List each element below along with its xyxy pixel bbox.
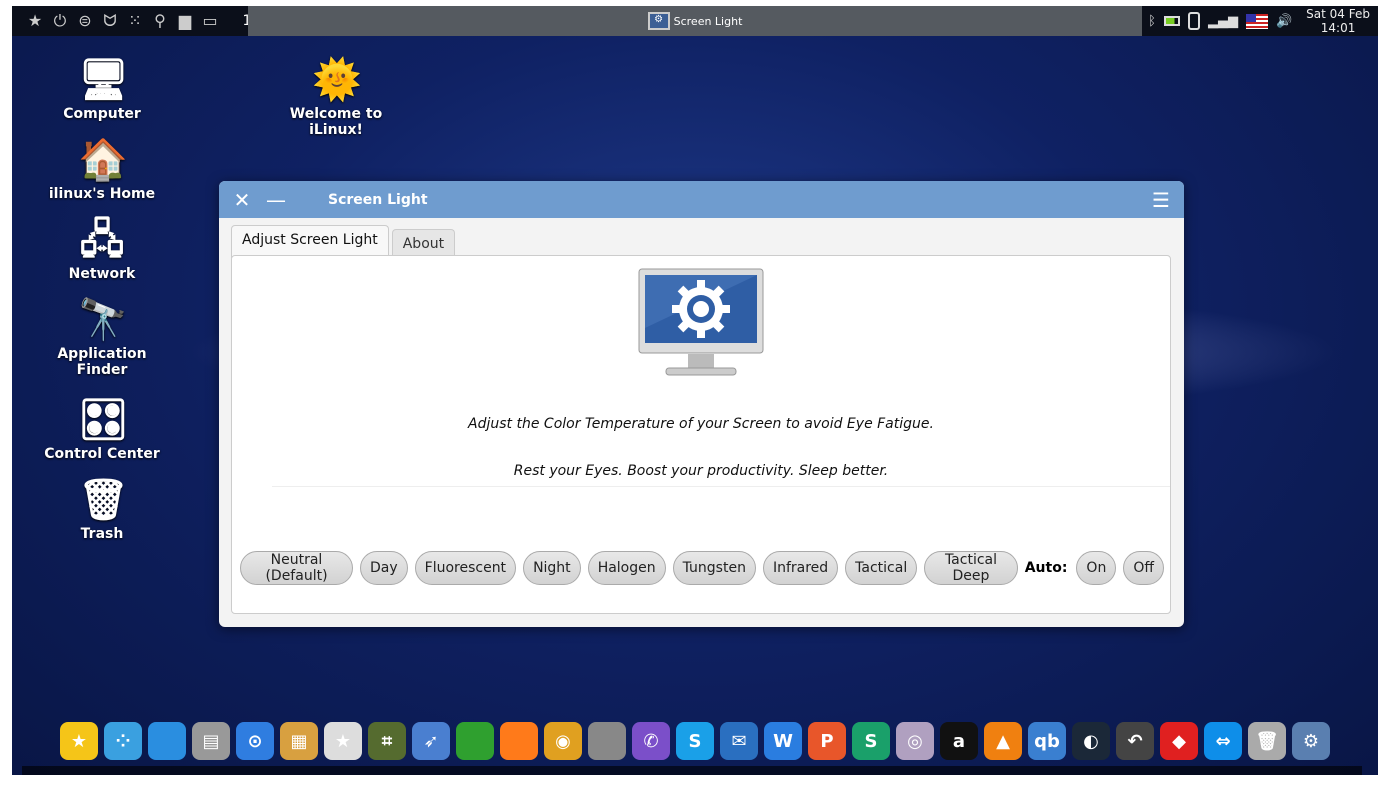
desktop-icon-ilinux-s-home[interactable]: 🏠 ilinux's Home [42,136,162,202]
menu-button[interactable]: ☰ [1144,188,1178,212]
dock-viber-icon[interactable]: ✆ [632,722,670,760]
dock-wps-presentation-icon[interactable]: P [808,722,846,760]
desktop-icon-image: 🎛 [78,397,129,443]
dock-screen-light-icon[interactable]: ⚙ [1292,722,1330,760]
divider [272,486,1170,487]
dock-webcam-icon[interactable]: ◎ [896,722,934,760]
preset-button-night[interactable]: Night [523,551,581,585]
toggle-icon[interactable]: ⊜ [73,11,97,31]
dock-chrome-icon[interactable]: ◉ [544,722,582,760]
dock-vlc-icon[interactable]: ▲ [984,722,1022,760]
dock-store-icon[interactable]: ★ [324,722,362,760]
tab-about[interactable]: About [391,229,456,258]
monitor-gear-icon [638,268,764,376]
us-flag-icon[interactable] [1245,13,1268,29]
screen-light-icon: ⚙ [647,12,670,30]
auto-on-button[interactable]: On [1076,551,1117,585]
clipboard-icon[interactable] [1187,12,1200,30]
description-line-2: Rest your Eyes. Boost your productivity.… [513,463,889,479]
volume-icon[interactable]: 🔊 [1276,14,1292,29]
top-panel: ★ ⏻ ⊜ ᗢ ⁙ ⚲ ▆ ▭ 1 ⚙ Screen Light ᛒ ▂▄▆ 🔊 Sat 04… [12,6,1378,36]
desktop: ★ ⏻ ⊜ ᗢ ⁙ ⚲ ▆ ▭ 1 ⚙ Screen Light ᛒ ▂▄▆ 🔊 Sat 04… [12,6,1378,775]
preset-button-tactical[interactable]: Tactical [845,551,918,585]
dock-files-icon[interactable]: ▤ [192,722,230,760]
dock-wps-spreadsheet-icon[interactable]: S [852,722,890,760]
tab-panel: Adjust the Color Temperature of your Scr… [231,255,1171,614]
desktop-icon-image: 🖧 [79,217,125,263]
clock[interactable]: Sat 04 Feb 14:01 [1306,7,1370,35]
dock-finder-icon[interactable]: ⌗ [368,722,406,760]
dock: ★ ⁘ ▤ ⊙ ▦ ★ ⌗ ➶ ◉ ✆ S ✉ W P S ◎ a ▲ qb ◐ ↶ ◆ ⇔ 🗑 ⚙ [12,712,1378,770]
desktop-icon-label: ilinux's Home [48,186,156,202]
taskbar-item-screen-light[interactable]: ⚙ Screen Light [248,6,1142,36]
dock-skype-icon[interactable]: S [676,722,714,760]
dock-pipe-icon[interactable] [456,722,494,760]
auto-off-button[interactable]: Off [1123,551,1164,585]
desktop-icon-image: 🗑 [78,477,129,523]
dock-wps-writer-icon[interactable]: W [764,722,802,760]
desktop-icon-control-center[interactable]: 🎛 Control Center [42,396,162,462]
desktop-icon-trash[interactable]: 🗑 Trash [42,476,162,542]
auto-label: Auto: [1024,560,1068,576]
preset-button-day[interactable]: Day [359,551,408,585]
star-icon[interactable]: ★ [23,11,47,31]
desktop-icon-application-finder[interactable]: 🔭 Application Finder [42,296,162,378]
dock-earth-pro-icon[interactable] [588,722,626,760]
preset-button-halogen[interactable]: Halogen [587,551,666,585]
dock-palette-icon[interactable]: ▦ [280,722,318,760]
desktop-icon-label: Welcome to iLinux! [289,106,383,138]
desktop-icon-label: Application Finder [57,346,147,378]
preset-button-infrared[interactable]: Infrared [762,551,839,585]
dock-rocket-icon[interactable]: ➶ [412,722,450,760]
dock-timeshift-icon[interactable]: ↶ [1116,722,1154,760]
binoculars-icon[interactable]: ᗢ [98,11,122,31]
dock-anydesk-a-icon[interactable]: a [940,722,978,760]
desktop-icon-label: Control Center [44,446,160,462]
dock-qbittorrent-icon[interactable]: qb [1028,722,1066,760]
desktop-icon-welcome-to-ilinux-[interactable]: 🌞 Welcome to iLinux! [276,56,396,138]
task-title: Screen Light [673,14,743,28]
close-button[interactable]: ✕ [225,188,259,212]
search-icon[interactable]: ⚲ [148,11,172,31]
power-icon[interactable]: ⏻ [48,11,72,31]
desktop-icon-network[interactable]: 🖧 Network [42,216,162,282]
desktop-icon-computer[interactable]: 🖥 Computer [42,56,162,122]
screen-light-window: ✕ — Screen Light ☰ Adjust Screen Light A… [219,181,1184,627]
system-tray: ᛒ ▂▄▆ 🔊 Sat 04 Feb 14:01 [1148,6,1378,36]
dock-steam-icon[interactable]: ◐ [1072,722,1110,760]
desktop-icon-image: 🌞 [312,57,362,103]
dock-control-center-icon[interactable]: ⊙ [236,722,274,760]
desktop-icon-label: Computer [63,106,141,122]
preset-button-tungsten[interactable]: Tungsten [672,551,756,585]
apps-icon[interactable]: ⁙ [123,11,147,31]
dock-teamviewer-icon[interactable]: ⇔ [1204,722,1242,760]
desktop-icon-image: 🏠 [78,137,128,183]
title-bar: ✕ — Screen Light ☰ [219,181,1184,218]
tab-adjust-screen-light[interactable]: Adjust Screen Light [231,225,389,258]
dock-anydesk-icon[interactable]: ◆ [1160,722,1198,760]
desktop-icon-label: Trash [80,526,124,542]
desktop-icon-image: 🖥 [78,57,129,103]
dock-desktop-icon[interactable] [148,722,186,760]
minimize-button[interactable]: — [259,188,293,212]
dock-firefox-icon[interactable] [500,722,538,760]
window-title: Screen Light [328,191,428,208]
battery-icon[interactable] [1163,16,1180,26]
folder-icon[interactable]: ▆ [173,11,197,31]
preset-button-neutral-default[interactable]: Neutral (Default) [240,551,353,585]
desktop-icon-image: 🔭 [78,297,128,343]
dock-favorites-icon[interactable]: ★ [60,722,98,760]
desktop-icon-label: Network [68,266,136,282]
description-line-1: Adjust the Color Temperature of your Scr… [468,416,934,432]
preset-button-fluorescent[interactable]: Fluorescent [414,551,517,585]
dock-mail-icon[interactable]: ✉ [720,722,758,760]
dock-trash-icon[interactable]: 🗑 [1248,722,1286,760]
preset-button-tactical-deep[interactable]: Tactical Deep [924,551,1018,585]
bluetooth-icon[interactable]: ᛒ [1148,14,1156,29]
window-icon[interactable]: ▭ [198,11,222,31]
signal-icon[interactable]: ▂▄▆ [1208,14,1238,29]
dock-apps-icon[interactable]: ⁘ [104,722,142,760]
